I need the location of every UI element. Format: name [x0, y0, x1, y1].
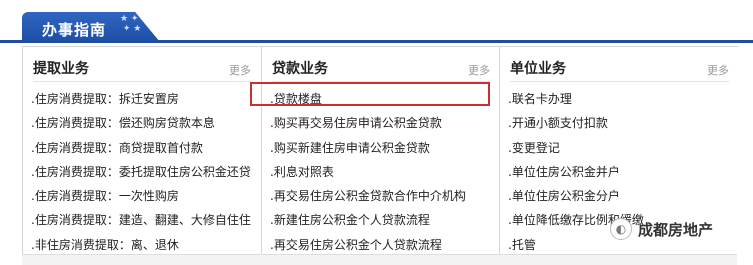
column-header: 贷款业务 更多 — [272, 55, 490, 82]
list-item[interactable]: .利息对照表 — [270, 160, 494, 184]
bottom-strip — [22, 254, 737, 265]
column-header: 提取业务 更多 — [33, 55, 251, 82]
star-decoration-icon: ★ ✦ ✦ ★ — [120, 14, 142, 34]
wechat-icon: ◐ — [610, 218, 632, 240]
column-withdrawal: 提取业务 更多 .住房消费提取：拆迁安置房 .住房消费提取：偿还购房贷款本息 .… — [23, 47, 261, 265]
more-link-withdrawal[interactable]: 更多 — [229, 62, 251, 78]
list-item[interactable]: .住房消费提取：偿还购房贷款本息 — [31, 111, 255, 135]
more-link-employer[interactable]: 更多 — [707, 62, 729, 78]
list-item[interactable]: .购买新建住房申请公积金贷款 — [270, 136, 494, 160]
page-title: 办事指南 — [42, 21, 107, 39]
list-item[interactable]: .购买再交易住房申请公积金贷款 — [270, 111, 494, 135]
list-item[interactable]: .住房消费提取：一次性购房 — [31, 184, 255, 208]
watermark-text: 成都房地产 — [638, 220, 714, 239]
list-item[interactable]: .单位住房公积金分户 — [508, 184, 733, 208]
list-item[interactable]: .单位住房公积金并户 — [508, 160, 733, 184]
guide-header: ★ ✦ ✦ ★ 办事指南 — [0, 0, 753, 43]
list-item[interactable]: .住房消费提取：商贷提取首付款 — [31, 136, 255, 160]
column-header: 单位业务 更多 — [510, 55, 729, 82]
list-item[interactable]: .住房消费提取：建造、翻建、大修自住住 — [31, 208, 255, 232]
highlight-box — [250, 82, 490, 106]
list-item[interactable]: .变更登记 — [508, 136, 733, 160]
column-title-loans: 贷款业务 — [272, 61, 328, 77]
list-item[interactable]: .开通小额支付扣款 — [508, 111, 733, 135]
column-title-employer: 单位业务 — [510, 61, 566, 77]
column-title-withdrawal: 提取业务 — [33, 61, 89, 77]
list-item[interactable]: .新建住房公积金个人贷款流程 — [270, 208, 494, 232]
list-item[interactable]: .再交易住房公积金贷款合作中介机构 — [270, 184, 494, 208]
list-item[interactable]: .住房消费提取：委托提取住房公积金还贷 — [31, 160, 255, 184]
list-item[interactable]: .住房消费提取：拆迁安置房 — [31, 87, 255, 111]
watermark: ◐ 成都房地产 — [610, 218, 713, 240]
column-loans: 贷款业务 更多 .贷款楼盘 .购买再交易住房申请公积金贷款 .购买新建住房申请公… — [261, 47, 500, 265]
more-link-loans[interactable]: 更多 — [468, 62, 490, 78]
list-item[interactable]: .联名卡办理 — [508, 87, 733, 111]
